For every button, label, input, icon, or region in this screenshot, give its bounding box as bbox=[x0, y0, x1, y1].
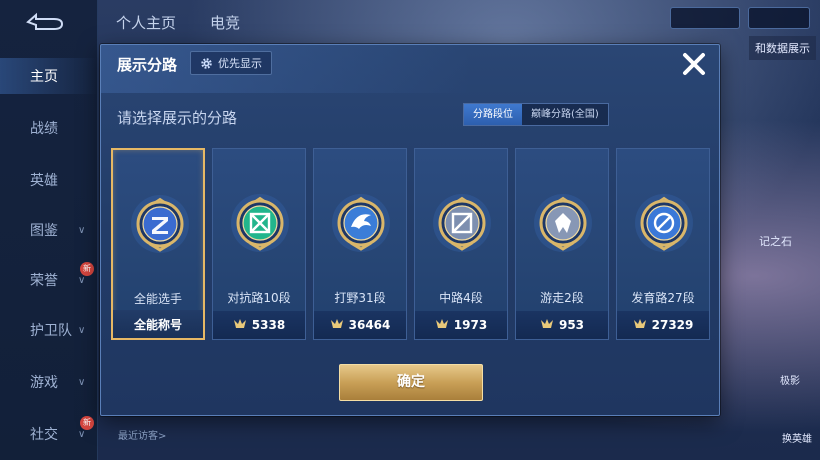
tab-esports[interactable]: 电竞 bbox=[210, 12, 240, 33]
chevron-down-icon: ∨ bbox=[78, 376, 86, 388]
sidebar-item[interactable]: 荣誉 ∨ 新 bbox=[0, 262, 98, 298]
sidebar-item-label: 社交 bbox=[30, 427, 58, 443]
sidebar-item-label: 图鉴 bbox=[30, 223, 58, 239]
sidebar: 主页 战绩 英雄 图鉴 ∨ 荣誉 ∨ 新护卫队 ∨ 游戏 ∨ 社交 ∨ 新 bbox=[0, 0, 98, 460]
tab-personal-home[interactable]: 个人主页 bbox=[116, 12, 176, 33]
lane-card-name: 全能选手 bbox=[133, 292, 182, 306]
modal-subtitle: 请选择展示的分路 bbox=[117, 109, 238, 127]
lane-card-name: 发育路27段 bbox=[631, 291, 695, 305]
rank-points-icon bbox=[330, 318, 344, 332]
close-button[interactable] bbox=[679, 49, 709, 79]
sidebar-item-label: 荣誉 bbox=[30, 273, 58, 289]
lane-card-footer-text: 953 bbox=[558, 318, 585, 332]
lane-cards: 全能选手 全能称号 对抗路10段 5338 打野31段 36464 中路4段 1973 … bbox=[111, 148, 711, 340]
lane-card-name: 打野31段 bbox=[334, 291, 386, 305]
lane-card[interactable]: 全能选手 全能称号 bbox=[111, 148, 205, 340]
chevron-down-icon: ∨ bbox=[78, 324, 86, 336]
sidebar-item-label: 主页 bbox=[30, 69, 58, 85]
sidebar-item[interactable]: 英雄 bbox=[0, 162, 98, 198]
sidebar-item[interactable]: 战绩 bbox=[0, 110, 98, 146]
sidebar-item[interactable]: 游戏 ∨ bbox=[0, 364, 98, 400]
lane-card[interactable]: 发育路27段 27329 bbox=[616, 148, 710, 340]
right-side-label: 和数据展示 bbox=[749, 36, 816, 60]
rank-points-icon bbox=[633, 318, 647, 332]
lane-card-footer-text: 27329 bbox=[651, 318, 694, 332]
lane-card-footer: 27329 bbox=[617, 311, 709, 339]
mid-lane-emblem-icon bbox=[432, 193, 492, 253]
recent-visitors-link[interactable]: 最近访客> bbox=[118, 427, 166, 442]
lane-card-footer: 953 bbox=[516, 311, 608, 339]
lane-card-footer-text: 5338 bbox=[251, 318, 286, 332]
confirm-button[interactable]: 确定 bbox=[339, 364, 483, 401]
sidebar-item-label: 游戏 bbox=[30, 375, 58, 391]
lane-card[interactable]: 游走2段 953 bbox=[515, 148, 609, 340]
back-arrow-icon bbox=[26, 12, 64, 30]
rank-points-icon bbox=[435, 318, 449, 332]
sidebar-item-label: 护卫队 bbox=[30, 323, 72, 339]
lane-card[interactable]: 打野31段 36464 bbox=[313, 148, 407, 340]
sidebar-item[interactable]: 主页 bbox=[0, 58, 98, 94]
sidebar-item-label: 英雄 bbox=[30, 173, 58, 189]
back-button[interactable] bbox=[24, 10, 68, 34]
lane-card-footer: 5338 bbox=[213, 311, 305, 339]
bottom-right-label-2[interactable]: 换英雄 bbox=[782, 430, 812, 445]
lane-card-name: 中路4段 bbox=[439, 291, 483, 305]
toggle-lane-rank[interactable]: 分路段位 bbox=[464, 104, 522, 125]
sidebar-item[interactable]: 护卫队 ∨ bbox=[0, 312, 98, 348]
bottom-right-label-1[interactable]: 极影 bbox=[780, 372, 800, 387]
priority-display-button[interactable]: 优先显示 bbox=[190, 51, 272, 75]
chevron-down-icon: ∨ bbox=[78, 428, 86, 440]
lane-card-footer: 1973 bbox=[415, 311, 507, 339]
lane-card-footer: 36464 bbox=[314, 311, 406, 339]
lane-card-footer-text: 36464 bbox=[348, 318, 391, 332]
new-badge: 新 bbox=[80, 262, 94, 276]
lane-card-footer-text: 1973 bbox=[453, 318, 488, 332]
modal-title: 展示分路 bbox=[117, 56, 178, 74]
lane-card-footer: 全能称号 bbox=[113, 310, 203, 338]
rank-points-icon bbox=[540, 318, 554, 332]
close-icon bbox=[683, 53, 705, 75]
lane-card-footer-text: 全能称号 bbox=[133, 317, 182, 332]
sidebar-item[interactable]: 图鉴 ∨ bbox=[0, 212, 98, 248]
sidebar-item[interactable]: 社交 ∨ 新 bbox=[0, 416, 98, 452]
priority-display-label: 优先显示 bbox=[218, 57, 262, 70]
clash-lane-emblem-icon bbox=[230, 193, 290, 253]
lane-card-name: 游走2段 bbox=[540, 291, 584, 305]
top-tabs: 个人主页 电竞 bbox=[116, 12, 240, 33]
lane-mode-toggle: 分路段位 巅峰分路(全国) bbox=[463, 103, 609, 126]
new-badge: 新 bbox=[80, 416, 94, 430]
roam-emblem-icon bbox=[533, 193, 593, 253]
lane-card-name: 对抗路10段 bbox=[227, 291, 291, 305]
all-round-emblem-icon bbox=[130, 194, 190, 254]
chevron-down-icon: ∨ bbox=[78, 274, 86, 286]
status-box[interactable] bbox=[670, 7, 740, 29]
rank-points-icon bbox=[233, 318, 247, 332]
lane-display-modal: 展示分路 优先显示 请选择展示的分路 分路段位 巅峰分路(全国) 全能选手全能称… bbox=[100, 44, 720, 416]
farm-lane-emblem-icon bbox=[634, 193, 694, 253]
top-right-controls bbox=[670, 6, 810, 30]
toggle-peak-lane[interactable]: 巅峰分路(全国) bbox=[522, 104, 608, 125]
sidebar-item-label: 战绩 bbox=[30, 121, 58, 137]
lane-card[interactable]: 中路4段 1973 bbox=[414, 148, 508, 340]
lane-card[interactable]: 对抗路10段 5338 bbox=[212, 148, 306, 340]
jungle-emblem-icon bbox=[331, 193, 391, 253]
chevron-down-icon: ∨ bbox=[78, 224, 86, 236]
gear-icon bbox=[201, 57, 212, 69]
settings-box[interactable] bbox=[748, 7, 810, 29]
right-side-label-2: 记之石 bbox=[759, 235, 792, 248]
